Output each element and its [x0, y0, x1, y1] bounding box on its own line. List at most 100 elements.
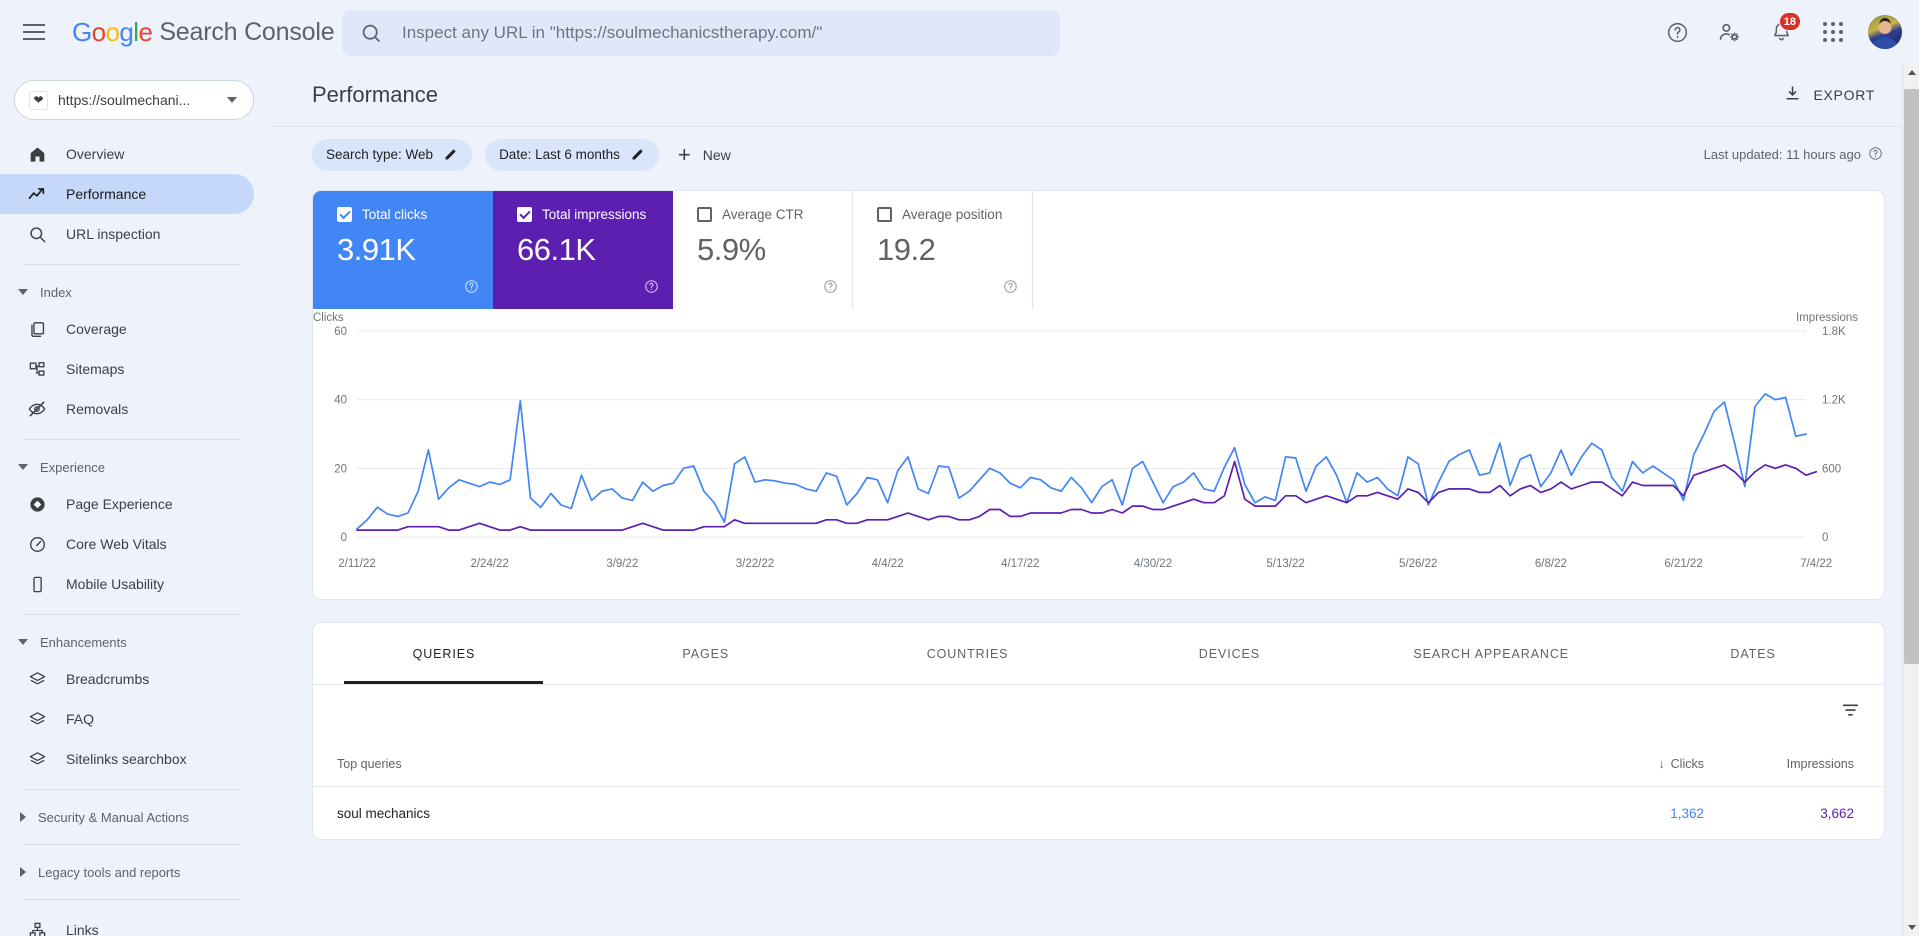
cell-query: soul mechanics	[337, 805, 431, 821]
sidebar-item-performance[interactable]: Performance	[0, 174, 254, 214]
x-axis-tick: 5/26/22	[1399, 558, 1437, 570]
column-header-impressions[interactable]: Impressions	[1704, 757, 1854, 771]
sidebar-group-label: Legacy tools and reports	[38, 864, 181, 880]
chevron-down-icon	[18, 639, 28, 645]
tab-pages[interactable]: PAGES	[575, 623, 837, 684]
scrollbar-thumb[interactable]	[1904, 89, 1919, 664]
x-axis-tick: 4/4/22	[872, 558, 904, 570]
main-content: Performance EXPORT Search type: Web Date…	[268, 64, 1919, 936]
performance-chart[interactable]: 0 0 20 600 40 1.2K 60 1.8K Clicks Impressions 2/11…	[313, 309, 1884, 599]
help-icon[interactable]	[823, 279, 838, 299]
tab-devices[interactable]: DEVICES	[1098, 623, 1360, 684]
sidebar-item-faq[interactable]: FAQ	[0, 699, 254, 739]
notifications-icon[interactable]: 18	[1759, 10, 1803, 54]
divider	[22, 844, 242, 845]
brand-logo[interactable]: Google Search Console	[72, 17, 335, 48]
export-button[interactable]: EXPORT	[1774, 77, 1885, 113]
links-icon	[26, 921, 48, 936]
new-filter-button[interactable]: + New	[672, 138, 743, 172]
chevron-right-icon	[20, 812, 26, 822]
account-settings-icon[interactable]	[1707, 10, 1751, 54]
avatar[interactable]	[1863, 10, 1907, 54]
url-inspection-search[interactable]	[342, 10, 1060, 56]
metric-value: 19.2	[877, 232, 936, 267]
y-axis-tick-right: 0	[1822, 532, 1828, 544]
sidebar-item-label: FAQ	[66, 711, 95, 727]
chevron-down-icon	[18, 289, 28, 295]
tab-countries[interactable]: COUNTRIES	[837, 623, 1099, 684]
sidebar-item-sitemaps[interactable]: Sitemaps	[0, 349, 254, 389]
x-axis-tick: 4/17/22	[1001, 558, 1039, 570]
top-app-bar: Google Search Console 18	[0, 0, 1919, 64]
sidebar-item-breadcrumbs[interactable]: Breadcrumbs	[0, 659, 254, 699]
metric-tile-average-position[interactable]: Average position 19.2	[853, 191, 1033, 309]
scroll-down-icon[interactable]	[1903, 919, 1919, 936]
export-label: EXPORT	[1813, 87, 1875, 103]
sidebar-item-page-experience[interactable]: Page Experience	[0, 484, 254, 524]
sidebar-item-label: Performance	[66, 186, 147, 202]
sidebar-group-enhancements[interactable]: Enhancements	[0, 625, 268, 659]
sidebar-item-links[interactable]: Links	[0, 910, 254, 936]
tab-search-appearance[interactable]: SEARCH APPEARANCE	[1360, 623, 1622, 684]
sidebar-item-label: Overview	[66, 146, 125, 162]
property-selector[interactable]: ❤ https://soulmechani...	[14, 80, 254, 120]
tab-dates[interactable]: DATES	[1622, 623, 1884, 684]
metric-checkbox[interactable]	[517, 207, 532, 222]
help-icon[interactable]	[464, 279, 479, 299]
y-axis-tick-left: 60	[334, 326, 347, 338]
sidebar-item-overview[interactable]: Overview	[0, 134, 254, 174]
filter-chip-search-type[interactable]: Search type: Web	[312, 138, 473, 171]
sidebar-group-index[interactable]: Index	[0, 275, 268, 309]
apps-grid-icon[interactable]	[1811, 10, 1855, 54]
chevron-down-icon	[18, 464, 28, 470]
page-header: Performance EXPORT	[268, 64, 1919, 126]
table-row[interactable]: soul mechanics 1,362 3,662	[313, 787, 1884, 839]
y-axis-tick-right: 600	[1822, 463, 1841, 475]
metric-tile-total-clicks[interactable]: Total clicks 3.91K	[313, 191, 493, 309]
tab-label: COUNTRIES	[926, 646, 1009, 661]
search-input[interactable]	[400, 22, 1040, 44]
column-header-query[interactable]: Top queries	[337, 757, 1554, 771]
sidebar-item-coverage[interactable]: Coverage	[0, 309, 254, 349]
metric-tiles: Total clicks 3.91K Total impressions 66.…	[313, 191, 1884, 309]
sort-descending-icon: ↓	[1658, 756, 1665, 771]
help-icon[interactable]	[1868, 146, 1883, 164]
help-icon[interactable]	[1655, 10, 1699, 54]
metric-tile-total-impressions[interactable]: Total impressions 66.1K	[493, 191, 673, 309]
sidebar-item-mobile-usability[interactable]: Mobile Usability	[0, 564, 254, 604]
sitemap-icon	[26, 360, 48, 379]
home-icon	[26, 145, 48, 164]
tab-queries[interactable]: QUERIES	[313, 623, 575, 684]
y-axis-tick-right: 1.8K	[1822, 326, 1846, 338]
filter-icon[interactable]	[1841, 701, 1860, 725]
sidebar-item-sitelinks-searchbox[interactable]: Sitelinks searchbox	[0, 739, 254, 779]
sidebar-item-label: Coverage	[66, 321, 127, 337]
sidebar-group-experience[interactable]: Experience	[0, 450, 268, 484]
column-header-clicks[interactable]: ↓ Clicks	[1554, 757, 1704, 771]
search-icon	[361, 23, 382, 44]
divider	[22, 899, 242, 900]
metric-checkbox[interactable]	[877, 207, 892, 222]
top-actions: 18	[1655, 0, 1907, 64]
x-axis-tick: 5/13/22	[1266, 558, 1304, 570]
sidebar-group-legacy-tools[interactable]: Legacy tools and reports	[0, 855, 268, 889]
sidebar-item-core-web-vitals[interactable]: Core Web Vitals	[0, 524, 254, 564]
cell-impressions: 3,662	[1820, 805, 1854, 821]
metric-tile-average-ctr[interactable]: Average CTR 5.9%	[673, 191, 853, 309]
speedometer-icon	[26, 535, 48, 554]
metric-checkbox[interactable]	[337, 207, 352, 222]
help-icon[interactable]	[1003, 279, 1018, 299]
filter-chip-date[interactable]: Date: Last 6 months	[485, 138, 659, 171]
metric-checkbox[interactable]	[697, 207, 712, 222]
sidebar-group-security[interactable]: Security & Manual Actions	[0, 800, 268, 834]
sidebar-item-url-inspection[interactable]: URL inspection	[0, 214, 254, 254]
tab-label: DEVICES	[1198, 646, 1260, 661]
divider	[22, 439, 242, 440]
performance-card: Total clicks 3.91K Total impressions 66.…	[312, 190, 1885, 600]
sidebar-item-removals[interactable]: Removals	[0, 389, 254, 429]
scroll-up-icon[interactable]	[1903, 64, 1919, 81]
divider	[22, 264, 242, 265]
menu-icon[interactable]	[10, 8, 58, 56]
page-scrollbar[interactable]	[1902, 64, 1919, 936]
help-icon[interactable]	[644, 279, 659, 299]
